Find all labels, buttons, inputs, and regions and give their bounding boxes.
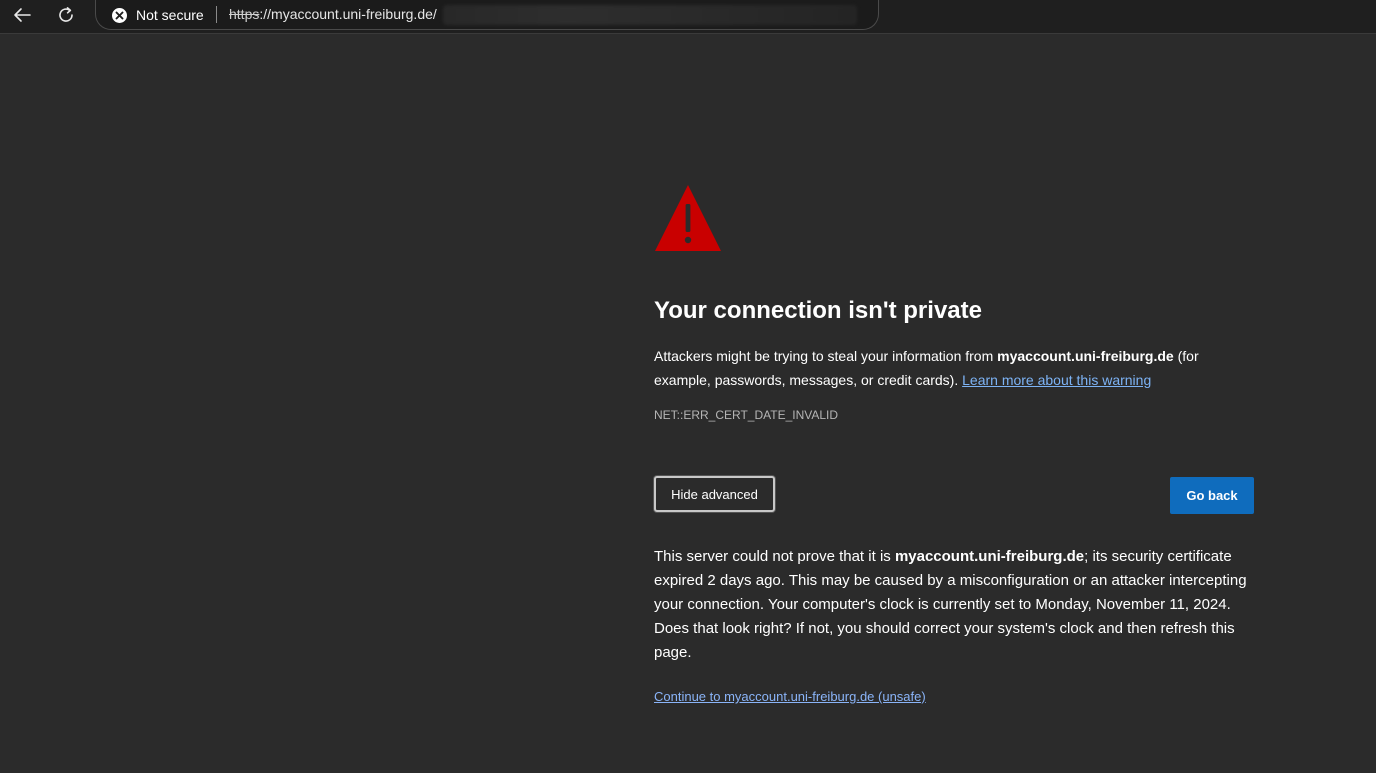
warning-description: Attackers might be trying to steal your … <box>654 344 1234 392</box>
advanced-details: This server could not prove that it is m… <box>654 545 1254 665</box>
not-secure-icon <box>112 7 127 23</box>
address-bar[interactable]: Not secure https://myaccount.uni-freibur… <box>95 0 879 30</box>
security-indicator[interactable]: Not secure <box>112 5 204 25</box>
url-scheme: https <box>229 6 260 22</box>
back-button[interactable] <box>7 2 37 28</box>
learn-more-link[interactable]: Learn more about this warning <box>962 372 1151 388</box>
reload-button[interactable] <box>51 2 81 28</box>
warning-triangle-icon <box>655 185 721 251</box>
desc-text-1: Attackers might be trying to steal your … <box>654 348 998 364</box>
arrow-left-icon <box>14 8 31 22</box>
url-path-redacted <box>443 5 857 25</box>
address-divider <box>216 6 217 23</box>
desc-host: myaccount.uni-freiburg.de <box>997 348 1174 364</box>
security-label: Not secure <box>136 7 204 23</box>
url-host: ://myaccount.uni-freiburg.de/ <box>259 6 437 22</box>
go-back-button[interactable]: Go back <box>1170 477 1254 514</box>
proceed-unsafe-link[interactable]: Continue to myaccount.uni-freiburg.de (u… <box>654 689 926 704</box>
reload-icon <box>59 7 73 22</box>
error-code: NET::ERR_CERT_DATE_INVALID <box>654 408 839 422</box>
hide-advanced-button[interactable]: Hide advanced <box>654 476 775 512</box>
url-text[interactable]: https://myaccount.uni-freiburg.de/ <box>229 6 437 22</box>
details-host: myaccount.uni-freiburg.de <box>894 548 1085 565</box>
details-text-1: This server could not prove that it is <box>654 548 895 565</box>
browser-toolbar: Not secure https://myaccount.uni-freibur… <box>0 0 1376 34</box>
page-title: Your connection isn't private <box>654 297 982 324</box>
